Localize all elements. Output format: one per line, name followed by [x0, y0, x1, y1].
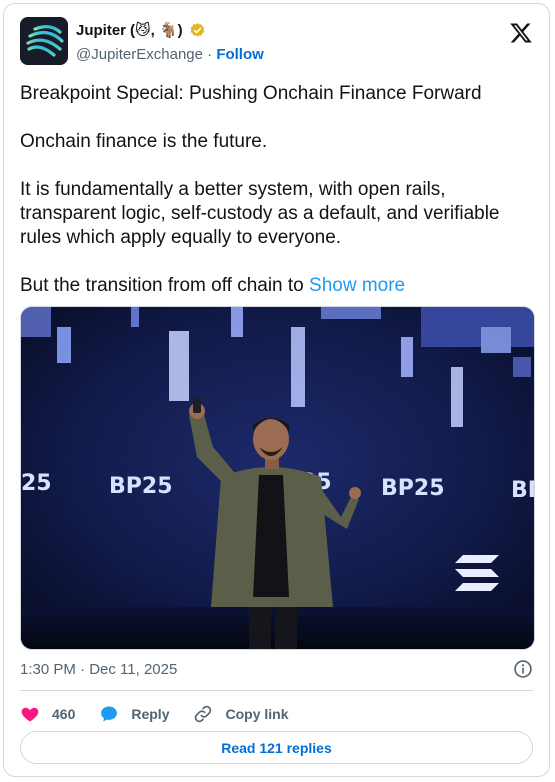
solana-logo-icon	[455, 555, 499, 591]
like-count: 460	[52, 706, 76, 722]
reply-bubble-icon	[101, 706, 118, 722]
author-handle[interactable]: @JupiterExchange	[76, 46, 203, 63]
stage-photo: 25 BP25 BP25 25 BP25	[21, 307, 535, 649]
action-bar: 460 Reply Copy link	[20, 698, 313, 730]
tweet-text: Breakpoint Special: Pushing Onchain Fina…	[20, 82, 535, 322]
read-replies-button[interactable]: Read 121 replies	[20, 731, 533, 764]
handle-separator: ·	[207, 46, 213, 63]
stage-text-25a: 25	[21, 471, 52, 496]
info-icon[interactable]	[513, 659, 533, 679]
tweet-paragraph: Breakpoint Special: Pushing Onchain Fina…	[20, 83, 482, 104]
author-name-row[interactable]: Jupiter (😼, 🐐)	[76, 21, 206, 39]
stage-text-bp25c: BP25	[511, 478, 535, 503]
tweet-truncated-text: But the transition from off chain to	[20, 275, 304, 296]
copy-link-label: Copy link	[225, 706, 289, 722]
author-name-emoji: (😼, 🐐)	[130, 22, 183, 39]
heart-icon	[21, 707, 39, 722]
show-more-link[interactable]: Show more	[309, 275, 405, 296]
reply-label: Reply	[131, 706, 170, 722]
link-icon	[195, 705, 212, 723]
tweet-paragraph-truncated: But the transition from off chain to Sho…	[20, 274, 535, 298]
tweet-timestamp[interactable]: 1:30 PM · Dec 11, 2025	[20, 661, 177, 678]
reply-button[interactable]: Reply	[99, 704, 169, 724]
verified-badge-icon	[190, 22, 205, 37]
tweet-media-image[interactable]: 25 BP25 BP25 25 BP25	[20, 306, 535, 650]
tweet-paragraph: Onchain finance is the future.	[20, 131, 268, 152]
tweet-paragraph: It is fundamentally a better system, wit…	[20, 179, 500, 248]
like-button[interactable]: 460	[20, 704, 75, 724]
author-name[interactable]: Jupiter	[76, 22, 126, 39]
avatar[interactable]	[20, 17, 68, 65]
stage-text-bp25b: BP25	[381, 476, 445, 501]
divider	[20, 690, 533, 691]
tweet-card: Jupiter (😼, 🐐) @JupiterExchange · Follow…	[3, 3, 550, 777]
stage-text-bp25a: BP25	[109, 474, 173, 499]
author-handle-row: @JupiterExchange · Follow	[76, 46, 264, 63]
follow-button[interactable]: Follow	[216, 46, 264, 63]
x-logo-icon[interactable]	[509, 21, 533, 45]
copy-link-button[interactable]: Copy link	[193, 704, 289, 724]
jupiter-logo-icon	[20, 17, 68, 65]
